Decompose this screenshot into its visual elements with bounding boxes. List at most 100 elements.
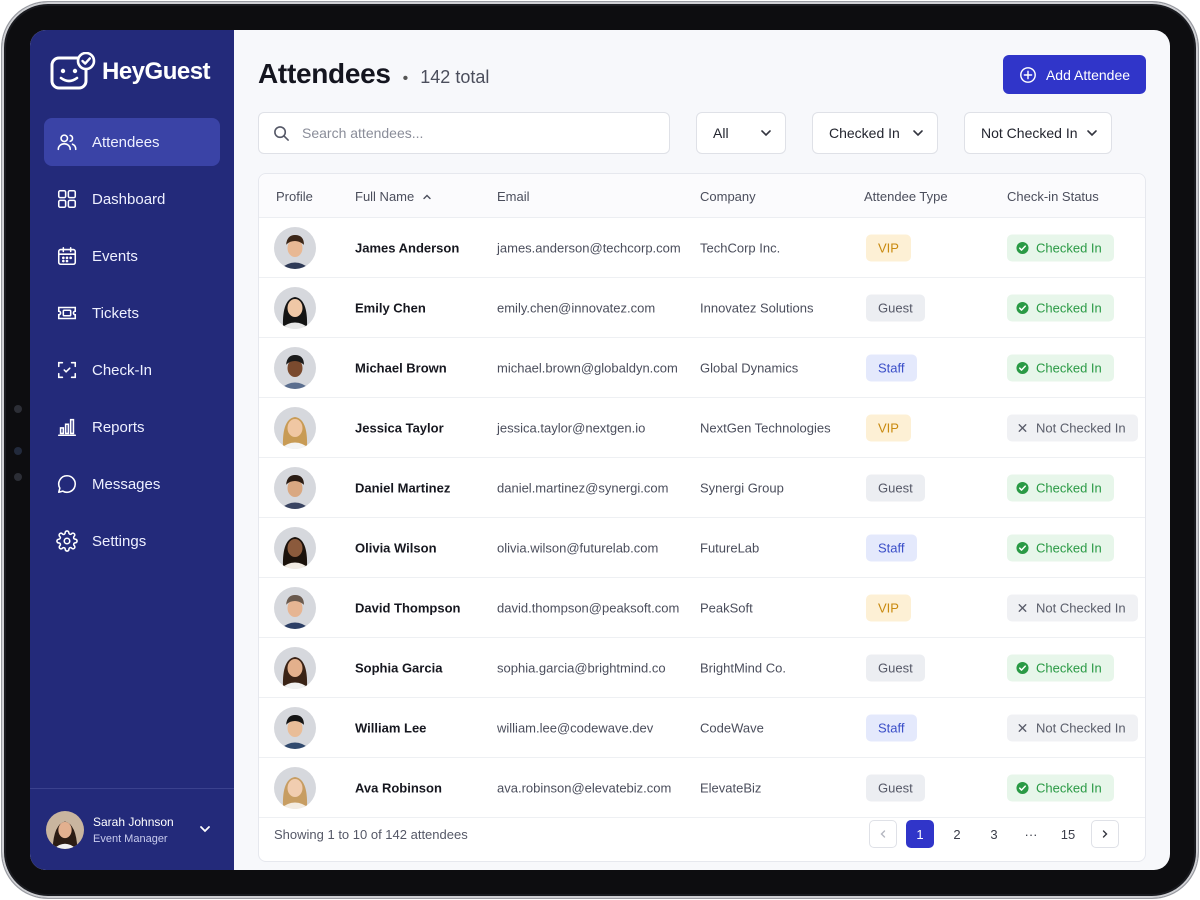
status-badge: Checked In bbox=[1007, 534, 1114, 561]
attendee-email: emily.chen@innovatez.com bbox=[497, 300, 656, 315]
column-header-email: Email bbox=[497, 189, 530, 204]
sidebar-item-check-in[interactable]: Check-In bbox=[44, 346, 220, 394]
page-button-3[interactable]: 3 bbox=[980, 820, 1008, 848]
sidebar-item-label: Events bbox=[92, 247, 138, 265]
attendee-type-badge: Staff bbox=[866, 534, 917, 561]
attendee-name: David Thompson bbox=[355, 600, 461, 615]
filter-checked-in-dropdown[interactable]: Checked In bbox=[812, 112, 938, 154]
chevron-down-icon bbox=[761, 130, 771, 137]
status-label: Not Checked In bbox=[1036, 720, 1126, 735]
check-in-status-cell: Checked In bbox=[1007, 294, 1114, 321]
table-row[interactable]: Sophia Garcia sophia.garcia@brightmind.c… bbox=[259, 638, 1145, 698]
check-in-status-cell: Not Checked In bbox=[1007, 714, 1138, 741]
status-badge: Not Checked In bbox=[1007, 714, 1138, 741]
table-body: James Anderson james.anderson@techcorp.c… bbox=[259, 218, 1145, 818]
page-button-2[interactable]: 2 bbox=[943, 820, 971, 848]
camera-dot bbox=[14, 405, 22, 413]
status-label: Checked In bbox=[1036, 360, 1102, 375]
add-attendee-label: Add Attendee bbox=[1045, 66, 1131, 83]
bar-chart-icon bbox=[57, 418, 77, 437]
user-profile-menu[interactable]: Sarah Johnson Event Manager bbox=[30, 788, 234, 870]
check-circle-icon bbox=[1016, 241, 1029, 254]
page-button-1[interactable]: 1 bbox=[906, 820, 934, 848]
attendee-email: olivia.wilson@futurelab.com bbox=[497, 540, 659, 555]
check-in-status-cell: Checked In bbox=[1007, 234, 1114, 261]
attendee-company: Synergi Group bbox=[700, 480, 784, 495]
chat-icon bbox=[57, 474, 76, 494]
status-badge: Checked In bbox=[1007, 234, 1114, 261]
attendee-type-badge: Guest bbox=[866, 654, 925, 681]
table-row[interactable]: Jessica Taylor jessica.taylor@nextgen.io… bbox=[259, 398, 1145, 458]
profile-cell bbox=[274, 346, 316, 389]
filter-label: Checked In bbox=[829, 125, 900, 141]
profile-cell bbox=[274, 526, 316, 569]
attendee-type-cell: Staff bbox=[866, 714, 917, 741]
camera-dot bbox=[14, 447, 22, 455]
sidebar-item-label: Tickets bbox=[92, 304, 139, 322]
attendee-type-badge: VIP bbox=[866, 234, 911, 261]
sidebar-item-reports[interactable]: Reports bbox=[44, 403, 220, 451]
table-row[interactable]: Michael Brown michael.brown@globaldyn.co… bbox=[259, 338, 1145, 398]
camera-dot bbox=[14, 473, 22, 481]
sidebar-item-label: Dashboard bbox=[92, 190, 166, 208]
filter-all-dropdown[interactable]: All bbox=[696, 112, 786, 154]
x-icon bbox=[1018, 423, 1027, 432]
filter-label: All bbox=[713, 125, 729, 141]
status-badge: Not Checked In bbox=[1007, 594, 1138, 621]
table-row[interactable]: Emily Chen emily.chen@innovatez.com Inno… bbox=[259, 278, 1145, 338]
table-row[interactable]: David Thompson david.thompson@peaksoft.c… bbox=[259, 578, 1145, 638]
page-button-15[interactable]: 15 bbox=[1054, 820, 1082, 848]
profile-cell bbox=[274, 706, 316, 749]
profile-cell bbox=[274, 286, 316, 329]
sidebar-item-attendees[interactable]: Attendees bbox=[44, 118, 220, 166]
sidebar-item-label: Attendees bbox=[92, 133, 160, 151]
attendee-name: James Anderson bbox=[355, 240, 460, 255]
sidebar-item-messages[interactable]: Messages bbox=[44, 460, 220, 508]
pagination: 1 2 3 ··· 15 bbox=[869, 820, 1119, 848]
sidebar-item-dashboard[interactable]: Dashboard bbox=[44, 175, 220, 223]
attendee-type-cell: Guest bbox=[866, 774, 925, 801]
page-header: Attendees • 142 total bbox=[258, 58, 489, 90]
attendee-name: Emily Chen bbox=[355, 300, 426, 315]
next-page-button[interactable] bbox=[1091, 820, 1119, 848]
column-header-company: Company bbox=[700, 189, 756, 204]
sidebar-item-events[interactable]: Events bbox=[44, 232, 220, 280]
attendee-type-badge: Guest bbox=[866, 294, 925, 321]
attendee-company: NextGen Technologies bbox=[700, 420, 831, 435]
status-badge: Checked In bbox=[1007, 294, 1114, 321]
profile-cell bbox=[274, 226, 316, 269]
sidebar-item-tickets[interactable]: Tickets bbox=[44, 289, 220, 337]
app-logo[interactable]: HeyGuest bbox=[50, 52, 211, 92]
attendee-type-badge: Staff bbox=[866, 714, 917, 741]
search-icon bbox=[274, 125, 289, 141]
attendee-count: 142 total bbox=[420, 67, 490, 87]
status-label: Checked In bbox=[1036, 300, 1102, 315]
attendee-company: CodeWave bbox=[700, 720, 764, 735]
attendee-type-cell: VIP bbox=[866, 234, 911, 261]
avatar bbox=[274, 226, 316, 269]
attendee-type-badge: Staff bbox=[866, 354, 917, 381]
filter-not-checked-in-dropdown[interactable]: Not Checked In bbox=[964, 112, 1112, 154]
sidebar-item-settings[interactable]: Settings bbox=[44, 517, 220, 565]
previous-page-button[interactable] bbox=[869, 820, 897, 848]
attendee-name: William Lee bbox=[355, 720, 427, 735]
sidebar-item-label: Messages bbox=[92, 475, 161, 493]
avatar bbox=[274, 586, 316, 629]
column-header-full-name[interactable]: Full Name bbox=[355, 189, 432, 204]
table-row[interactable]: Olivia Wilson olivia.wilson@futurelab.co… bbox=[259, 518, 1145, 578]
attendee-company: FutureLab bbox=[700, 540, 760, 555]
user-role: Event Manager bbox=[93, 832, 168, 845]
x-icon bbox=[1018, 603, 1027, 612]
status-label: Not Checked In bbox=[1036, 600, 1126, 615]
attendee-type-cell: Guest bbox=[866, 474, 925, 501]
attendee-name: Daniel Martinez bbox=[355, 480, 451, 495]
search-input[interactable] bbox=[302, 125, 642, 141]
table-row[interactable]: Daniel Martinez daniel.martinez@synergi.… bbox=[259, 458, 1145, 518]
add-attendee-button[interactable]: Add Attendee bbox=[1003, 55, 1146, 94]
attendee-email: ava.robinson@elevatebiz.com bbox=[497, 780, 672, 795]
table-row[interactable]: William Lee william.lee@codewave.dev Cod… bbox=[259, 698, 1145, 758]
filter-label: Not Checked In bbox=[981, 125, 1078, 141]
pagination-summary: Showing 1 to 10 of 142 attendees bbox=[274, 827, 468, 842]
table-row[interactable]: James Anderson james.anderson@techcorp.c… bbox=[259, 218, 1145, 278]
app-name: HeyGuest bbox=[102, 58, 211, 85]
